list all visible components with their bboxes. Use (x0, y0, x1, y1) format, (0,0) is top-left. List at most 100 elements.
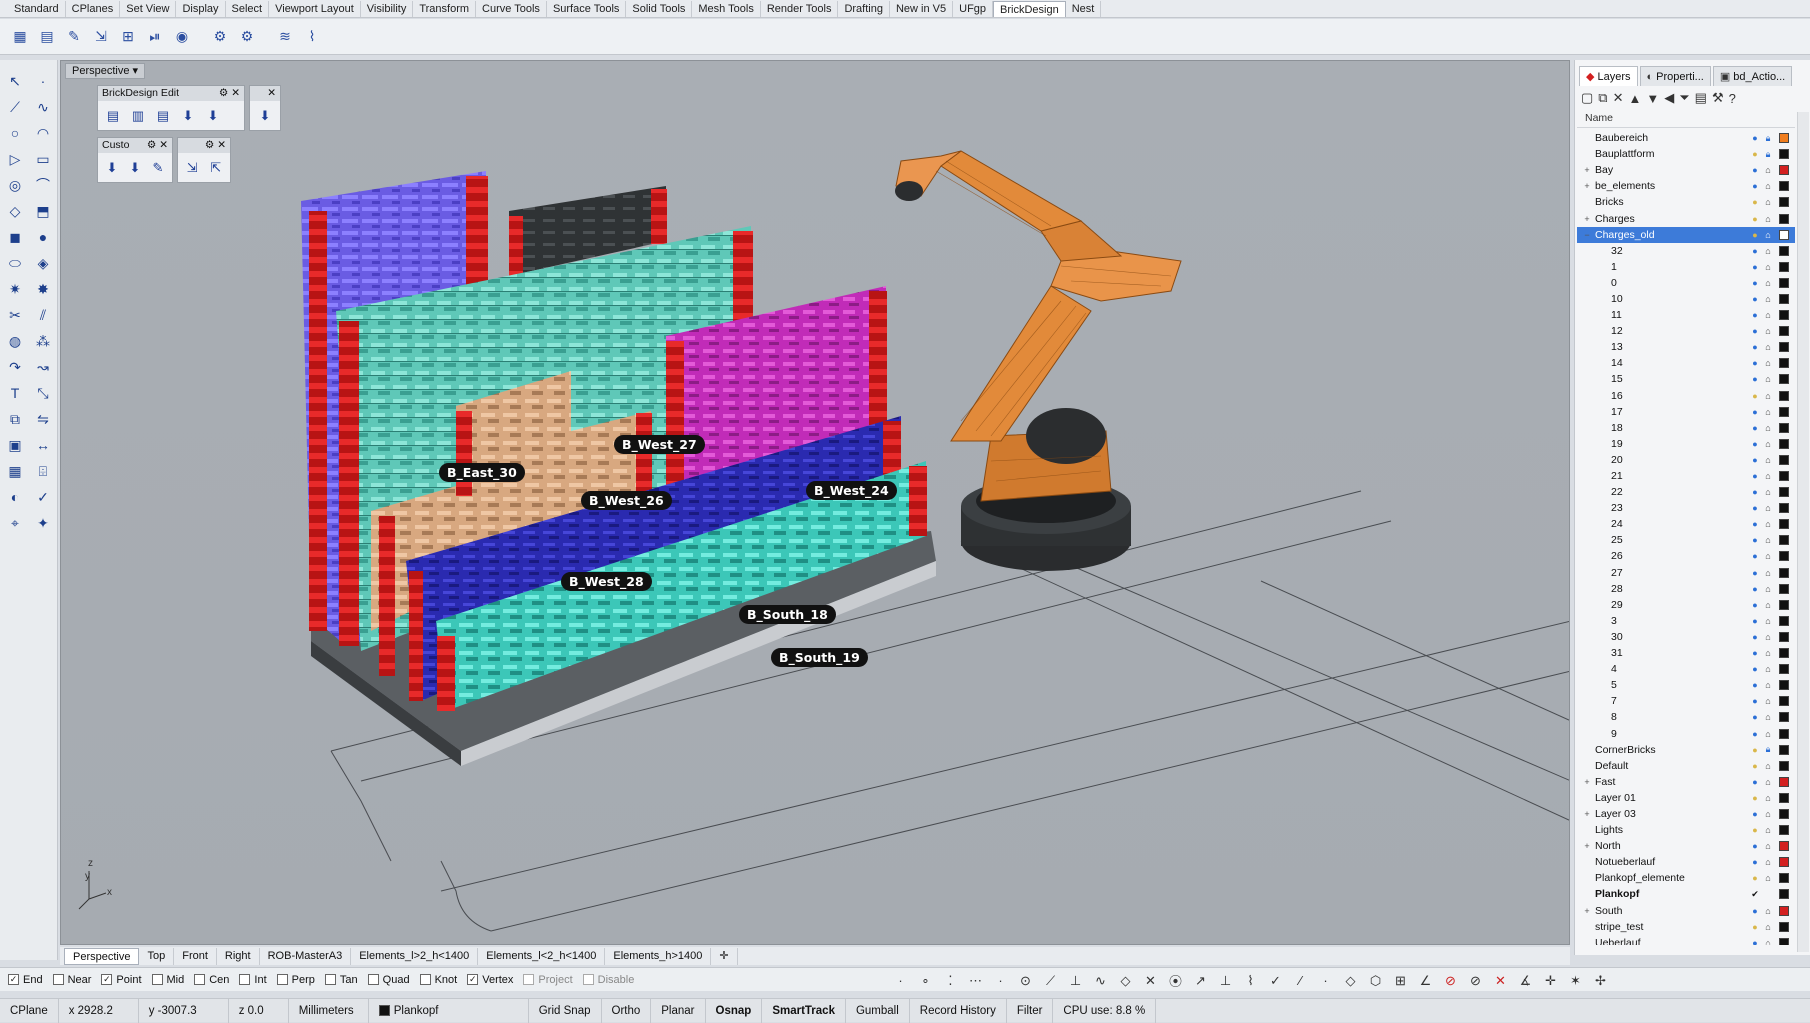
axes-icon[interactable]: ✛ (1540, 970, 1561, 991)
tab-curve-tools[interactable]: Curve Tools (476, 0, 547, 17)
expand-toggle-icon[interactable]: + (1581, 165, 1593, 175)
expand-toggle-icon[interactable]: + (1581, 906, 1593, 916)
tab-visibility[interactable]: Visibility (361, 0, 414, 17)
perspective-viewport[interactable]: Perspective ▾ BrickDesign Edit ⚙ ✕ ▤ ▥ ▤… (60, 60, 1570, 945)
layer-row[interactable]: Plankopf ✔ (1577, 886, 1795, 902)
snap-tan-icon[interactable]: ⟋ (1040, 970, 1061, 991)
layer-color-swatch[interactable] (1779, 889, 1789, 900)
layer-row[interactable]: 17 ● ⌂ (1577, 404, 1795, 420)
mesh-icon[interactable]: ◈ (30, 250, 56, 276)
layer-color-swatch[interactable] (1779, 825, 1789, 836)
snap-center-icon[interactable]: ⊙ (1015, 970, 1036, 991)
snap-cen-icon[interactable]: ⦿ (1165, 970, 1186, 991)
checkbox[interactable] (194, 974, 206, 985)
box-icon[interactable]: ◼ (2, 224, 28, 250)
layer-color-swatch[interactable] (1779, 310, 1789, 321)
layer-row[interactable]: 23 ● ⌂ (1577, 500, 1795, 516)
layer-row[interactable]: + North ● ⌂ (1577, 838, 1795, 854)
layer-row[interactable]: 12 ● ⌂ (1577, 323, 1795, 339)
lock-open-icon[interactable]: ⌂ (1761, 857, 1775, 867)
lock-open-icon[interactable]: ⌂ (1761, 181, 1775, 191)
layer-row[interactable]: 4 ● ⌂ (1577, 661, 1795, 677)
lightbulb-icon[interactable]: ● (1749, 310, 1761, 320)
expand-toggle-icon[interactable]: + (1581, 809, 1593, 819)
osnap-end[interactable]: ✓ End (8, 974, 43, 986)
layer-color-swatch[interactable] (1779, 181, 1789, 192)
layer-color-swatch[interactable] (1779, 519, 1789, 530)
check-icon[interactable]: ✓ (30, 484, 56, 510)
layer-row[interactable]: + South ● ⌂ (1577, 903, 1795, 919)
layer-row[interactable]: − Charges_old ● ⌂ (1577, 226, 1795, 243)
layer-row[interactable]: + Bay ● ⌂ (1577, 162, 1795, 178)
lightbulb-icon[interactable]: ● (1749, 487, 1761, 497)
lock-open-icon[interactable]: ⌂ (1761, 777, 1775, 787)
brick-move-icon[interactable]: ⇲ (89, 25, 113, 49)
polyline-icon[interactable]: ⟋ (2, 94, 28, 120)
add-viewport-tab-icon[interactable]: ✛ (711, 947, 738, 965)
layer-color-swatch[interactable] (1779, 197, 1789, 208)
lightbulb-icon[interactable]: ● (1749, 165, 1761, 175)
layer-color-swatch[interactable] (1779, 792, 1789, 803)
layer-row[interactable]: 18 ● ⌂ (1577, 420, 1795, 436)
brick-stack-icon[interactable]: ▦ (8, 25, 32, 49)
layer-row[interactable]: 26 ● ⌂ (1577, 548, 1795, 564)
cylinder-icon[interactable]: ⬭ (2, 250, 28, 276)
layer-row[interactable]: 10 ● ⌂ (1577, 291, 1795, 307)
element-label[interactable]: B_South_18 (739, 605, 836, 624)
lock-open-icon[interactable]: ⌂ (1761, 584, 1775, 594)
layer-row[interactable]: 21 ● ⌂ (1577, 468, 1795, 484)
lock-open-icon[interactable]: ⌂ (1761, 761, 1775, 771)
lightbulb-icon[interactable]: ● (1749, 181, 1761, 191)
star-icon[interactable]: ✶ (1565, 970, 1586, 991)
viewport-tab[interactable]: Elements_l<2_h<1400 (478, 947, 606, 965)
snap-check-icon[interactable]: ✓ (1265, 970, 1286, 991)
move-down-icon[interactable]: ▼ (1646, 91, 1659, 106)
lightbulb-icon[interactable]: ● (1749, 616, 1761, 626)
layer-row[interactable]: 9 ● ⌂ (1577, 725, 1795, 741)
checkbox[interactable] (582, 974, 594, 985)
osnap-near[interactable]: Near (52, 974, 91, 986)
lightbulb-icon[interactable]: ● (1749, 761, 1761, 771)
layer-row[interactable]: 1 ● ⌂ (1577, 259, 1795, 275)
layer-color-swatch[interactable] (1779, 808, 1789, 819)
tab-nest[interactable]: Nest (1066, 0, 1102, 17)
lightbulb-icon[interactable]: ● (1749, 584, 1761, 594)
layer-color-swatch[interactable] (1779, 567, 1789, 578)
checkbox[interactable] (239, 974, 251, 985)
offset-icon[interactable]: ↷ (2, 354, 28, 380)
lightbulb-icon[interactable]: ● (1749, 358, 1761, 368)
layer-row[interactable]: Baubereich ● 🔒︎ (1577, 130, 1795, 146)
circle-icon[interactable]: ○ (2, 120, 28, 146)
status-units[interactable]: Millimeters (289, 998, 369, 1023)
lock-open-icon[interactable]: ⌂ (1761, 568, 1775, 578)
lightbulb-icon[interactable]: ● (1749, 197, 1761, 207)
layer-row[interactable]: + be_elements ● ⌂ (1577, 178, 1795, 194)
layer-color-swatch[interactable] (1779, 165, 1789, 176)
lightbulb-icon[interactable]: ● (1749, 873, 1761, 883)
point-icon[interactable]: · (30, 68, 56, 94)
gear-icon[interactable]: ⚙ (208, 25, 232, 49)
viewport-tab[interactable]: Right (217, 947, 260, 965)
lightbulb-icon[interactable]: ● (1749, 342, 1761, 352)
layer-row[interactable]: 20 ● ⌂ (1577, 452, 1795, 468)
lock-open-icon[interactable]: ⌂ (1761, 906, 1775, 916)
layer-color-swatch[interactable] (1779, 261, 1789, 272)
layer-row[interactable]: Bricks ● ⌂ (1577, 194, 1795, 210)
checkbox[interactable]: ✓ (8, 974, 19, 985)
new-sublayer-icon[interactable]: ⧉ (1598, 90, 1607, 106)
lock-closed-icon[interactable]: 🔒︎ (1761, 133, 1775, 144)
lightbulb-icon[interactable]: ● (1749, 439, 1761, 449)
render-icon[interactable]: ◐ (2, 484, 28, 510)
extrude-icon[interactable]: ⬒ (30, 198, 56, 224)
lock-open-icon[interactable]: ⌂ (1761, 680, 1775, 690)
snap-slash-icon[interactable]: ⁄ (1290, 970, 1311, 991)
layer-color-swatch[interactable] (1779, 937, 1789, 945)
filter-icon[interactable]: ⏷ (1679, 90, 1689, 106)
layer-row[interactable]: 14 ● ⌂ (1577, 355, 1795, 371)
lightbulb-icon[interactable]: ● (1749, 503, 1761, 513)
layer-color-swatch[interactable] (1779, 615, 1789, 626)
new-layer-icon[interactable]: ▢ (1581, 90, 1593, 106)
snap-cube-icon[interactable]: ◇ (1340, 970, 1361, 991)
lightbulb-icon[interactable]: ● (1749, 648, 1761, 658)
tab-transform[interactable]: Transform (413, 0, 477, 17)
